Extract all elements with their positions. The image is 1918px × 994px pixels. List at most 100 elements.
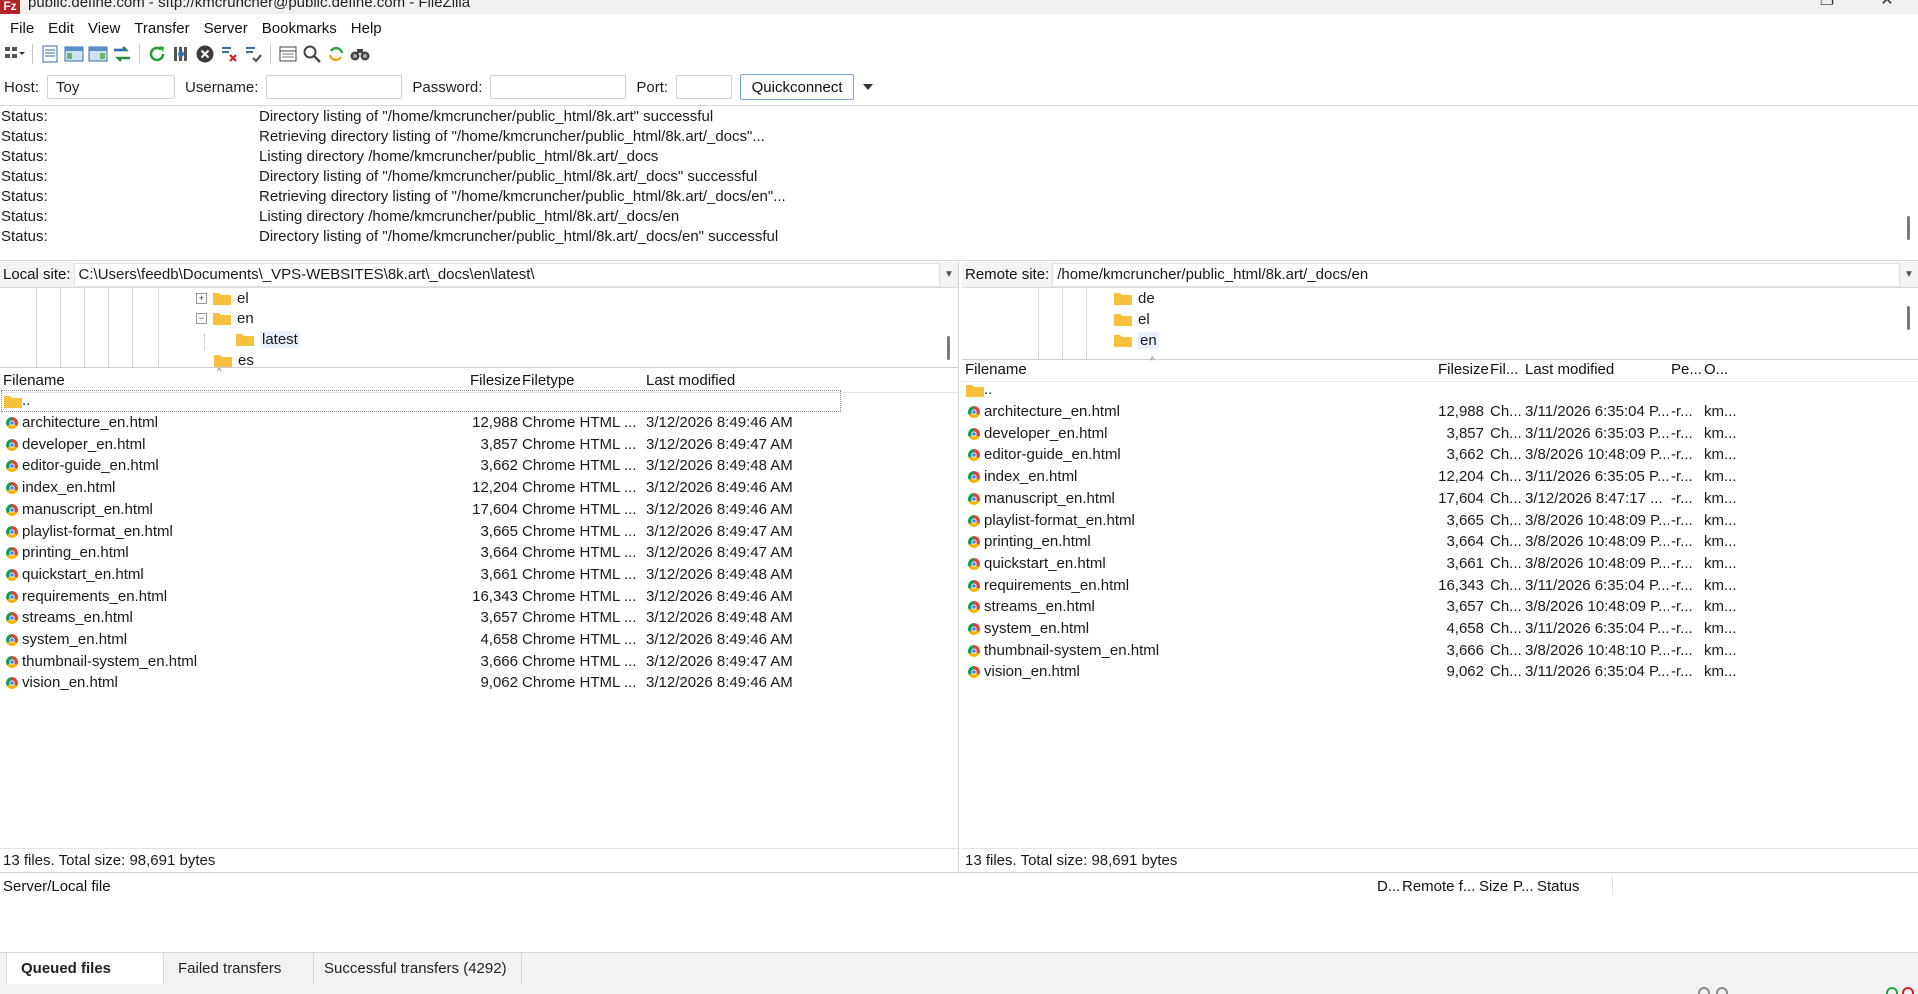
table-row[interactable]: developer_en.html 3,857 Ch... 3/11/2026 6:3… bbox=[962, 423, 1918, 445]
search-remote-files-icon[interactable] bbox=[349, 43, 371, 65]
maximize-icon[interactable]: ❐ bbox=[1812, 0, 1842, 14]
quickconnect-button[interactable]: Quickconnect bbox=[740, 74, 855, 100]
site-manager-icon[interactable] bbox=[4, 43, 26, 65]
tab-queued-files[interactable]: Queued files bbox=[6, 953, 164, 985]
tree-item-es[interactable]: es bbox=[214, 350, 254, 367]
directory-comparison-icon[interactable] bbox=[325, 43, 347, 65]
collapse-icon[interactable]: − bbox=[196, 312, 207, 324]
reconnect-icon[interactable] bbox=[242, 43, 264, 65]
username-input[interactable] bbox=[266, 75, 403, 99]
column-permissions[interactable]: Pe... bbox=[1671, 361, 1702, 378]
menu-transfer[interactable]: Transfer bbox=[128, 20, 195, 37]
expand-icon[interactable]: + bbox=[196, 292, 207, 304]
close-icon[interactable]: ✕ bbox=[1872, 0, 1902, 14]
column-filetype[interactable]: Filetype bbox=[522, 372, 575, 389]
toggle-transfer-queue-icon[interactable] bbox=[111, 43, 133, 65]
minimize-icon[interactable]: — bbox=[1752, 0, 1782, 14]
column-status[interactable]: Status bbox=[1537, 878, 1580, 895]
column-direction[interactable]: D... bbox=[1377, 878, 1400, 895]
tab-failed-transfers[interactable]: Failed transfers bbox=[164, 953, 314, 985]
column-filesize[interactable]: Filesize bbox=[1438, 361, 1489, 378]
table-row[interactable]: vision_en.html 9,062 Ch... 3/11/2026 6:35:0… bbox=[962, 661, 1918, 683]
column-size[interactable]: Size bbox=[1479, 878, 1508, 895]
menu-bookmarks[interactable]: Bookmarks bbox=[256, 20, 343, 37]
column-filename[interactable]: Filename bbox=[3, 372, 65, 389]
local-tree-scrollbar[interactable] bbox=[947, 336, 950, 360]
parent-directory-row[interactable]: .. bbox=[0, 390, 958, 412]
process-queue-icon[interactable] bbox=[170, 43, 192, 65]
table-row[interactable]: editor-guide_en.html 3,662 Ch... 3/8/2026 1… bbox=[962, 444, 1918, 466]
remote-site-path-input[interactable]: /home/kmcruncher/public_html/8k.art/_doc… bbox=[1052, 262, 1900, 287]
menu-edit[interactable]: Edit bbox=[42, 20, 80, 37]
tree-item-en[interactable]: − en bbox=[196, 308, 254, 328]
column-server-local-file[interactable]: Server/Local file bbox=[3, 878, 111, 895]
menu-file[interactable]: File bbox=[4, 20, 40, 37]
table-row[interactable]: manuscript_en.html 17,604 Chrome HTML ... 3… bbox=[0, 499, 958, 521]
remote-tree-scrollbar[interactable] bbox=[1907, 306, 1910, 330]
tree-item-latest[interactable]: latest bbox=[236, 329, 300, 349]
remote-directory-tree[interactable]: de el en bbox=[962, 288, 1918, 360]
table-row[interactable]: system_en.html 4,658 Chrome HTML ... 3/12/2… bbox=[0, 629, 958, 651]
column-last-modified[interactable]: Last modified bbox=[646, 372, 735, 389]
table-row[interactable]: thumbnail-system_en.html 3,666 Ch... 3/8/20… bbox=[962, 640, 1918, 662]
table-row[interactable]: playlist-format_en.html 3,665 Ch... 3/8/202… bbox=[962, 510, 1918, 532]
directory-listing-filters-icon[interactable] bbox=[277, 43, 299, 65]
table-row[interactable]: requirements_en.html 16,343 Ch... 3/11/2026… bbox=[962, 575, 1918, 597]
refresh-icon[interactable] bbox=[146, 43, 168, 65]
message-log-scrollbar[interactable] bbox=[1907, 216, 1910, 240]
transfer-queue[interactable]: Server/Local file D... Remote f... Size … bbox=[0, 872, 1918, 952]
table-row[interactable]: requirements_en.html 16,343 Chrome HTML ..… bbox=[0, 586, 958, 608]
host-input[interactable] bbox=[47, 75, 176, 99]
local-site-path-input[interactable]: C:\Users\feedb\Documents\_VPS-WEBSITES\8… bbox=[73, 262, 940, 287]
tree-item-el[interactable]: el bbox=[1114, 309, 1150, 329]
tree-item-en[interactable]: en bbox=[1114, 330, 1159, 350]
toggle-remote-tree-icon[interactable] bbox=[87, 43, 109, 65]
column-owner[interactable]: O... bbox=[1704, 361, 1728, 378]
table-row[interactable]: index_en.html 12,204 Chrome HTML ... 3/12/2… bbox=[0, 477, 958, 499]
column-filesize[interactable]: Filesize bbox=[470, 372, 521, 389]
message-log[interactable]: Status: Directory listing of "/home/kmcru… bbox=[0, 105, 1918, 261]
table-row[interactable]: printing_en.html 3,664 Ch... 3/8/2026 10:48… bbox=[962, 531, 1918, 553]
table-row[interactable]: developer_en.html 3,857 Chrome HTML ... 3/1… bbox=[0, 434, 958, 456]
column-filetype[interactable]: Fil... bbox=[1490, 361, 1518, 378]
table-row[interactable]: architecture_en.html 12,988 Chrome HTML ..… bbox=[0, 412, 958, 434]
table-row[interactable]: system_en.html 4,658 Ch... 3/11/2026 6:35:0… bbox=[962, 618, 1918, 640]
menu-server[interactable]: Server bbox=[198, 20, 254, 37]
column-priority[interactable]: P... bbox=[1513, 878, 1534, 895]
menu-view[interactable]: View bbox=[82, 20, 126, 37]
chrome-html-file-icon bbox=[968, 623, 980, 635]
tree-item-el[interactable]: + el bbox=[196, 288, 249, 308]
table-row[interactable]: playlist-format_en.html 3,665 Chrome HTML … bbox=[0, 521, 958, 543]
toggle-local-tree-icon[interactable] bbox=[63, 43, 85, 65]
chevron-down-icon[interactable]: ▼ bbox=[940, 269, 958, 280]
table-row[interactable]: printing_en.html 3,664 Chrome HTML ... 3/12… bbox=[0, 542, 958, 564]
quickconnect-dropdown-icon[interactable] bbox=[858, 74, 878, 100]
local-site-label: Local site: bbox=[3, 266, 71, 283]
tree-item-de[interactable]: de bbox=[1114, 288, 1155, 308]
table-row[interactable]: streams_en.html 3,657 Chrome HTML ... 3/12/… bbox=[0, 607, 958, 629]
toggle-message-log-icon[interactable] bbox=[39, 43, 61, 65]
local-directory-tree[interactable]: + el − en latest es bbox=[0, 288, 958, 368]
parent-directory-row[interactable]: .. bbox=[962, 379, 1918, 401]
password-input[interactable] bbox=[490, 75, 627, 99]
cancel-operation-icon[interactable] bbox=[194, 43, 216, 65]
table-row[interactable]: streams_en.html 3,657 Ch... 3/8/2026 10:48:… bbox=[962, 596, 1918, 618]
table-row[interactable]: vision_en.html 9,062 Chrome HTML ... 3/12/2… bbox=[0, 672, 958, 694]
tab-successful-transfers[interactable]: Successful transfers (4292) bbox=[310, 953, 522, 985]
table-row[interactable]: quickstart_en.html 3,661 Ch... 3/8/2026 10:… bbox=[962, 553, 1918, 575]
toggle-sync-browsing-icon[interactable] bbox=[301, 43, 323, 65]
menu-help[interactable]: Help bbox=[345, 20, 388, 37]
table-row[interactable]: manuscript_en.html 17,604 Ch... 3/12/2026 8… bbox=[962, 488, 1918, 510]
column-remote-file[interactable]: Remote f... bbox=[1402, 878, 1475, 895]
table-row[interactable]: editor-guide_en.html 3,662 Chrome HTML ...… bbox=[0, 455, 958, 477]
disconnect-icon[interactable] bbox=[218, 43, 240, 65]
column-filename[interactable]: Filename bbox=[965, 361, 1027, 378]
file-name: system_en.html bbox=[22, 631, 128, 648]
table-row[interactable]: architecture_en.html 12,988 Ch... 3/11/2026… bbox=[962, 401, 1918, 423]
chevron-down-icon[interactable]: ▼ bbox=[1900, 269, 1918, 280]
table-row[interactable]: thumbnail-system_en.html 3,666 Chrome HTML… bbox=[0, 651, 958, 673]
table-row[interactable]: index_en.html 12,204 Ch... 3/11/2026 6:35:0… bbox=[962, 466, 1918, 488]
column-last-modified[interactable]: Last modified bbox=[1525, 361, 1614, 378]
port-input[interactable] bbox=[676, 75, 733, 99]
table-row[interactable]: quickstart_en.html 3,661 Chrome HTML ... 3/… bbox=[0, 564, 958, 586]
